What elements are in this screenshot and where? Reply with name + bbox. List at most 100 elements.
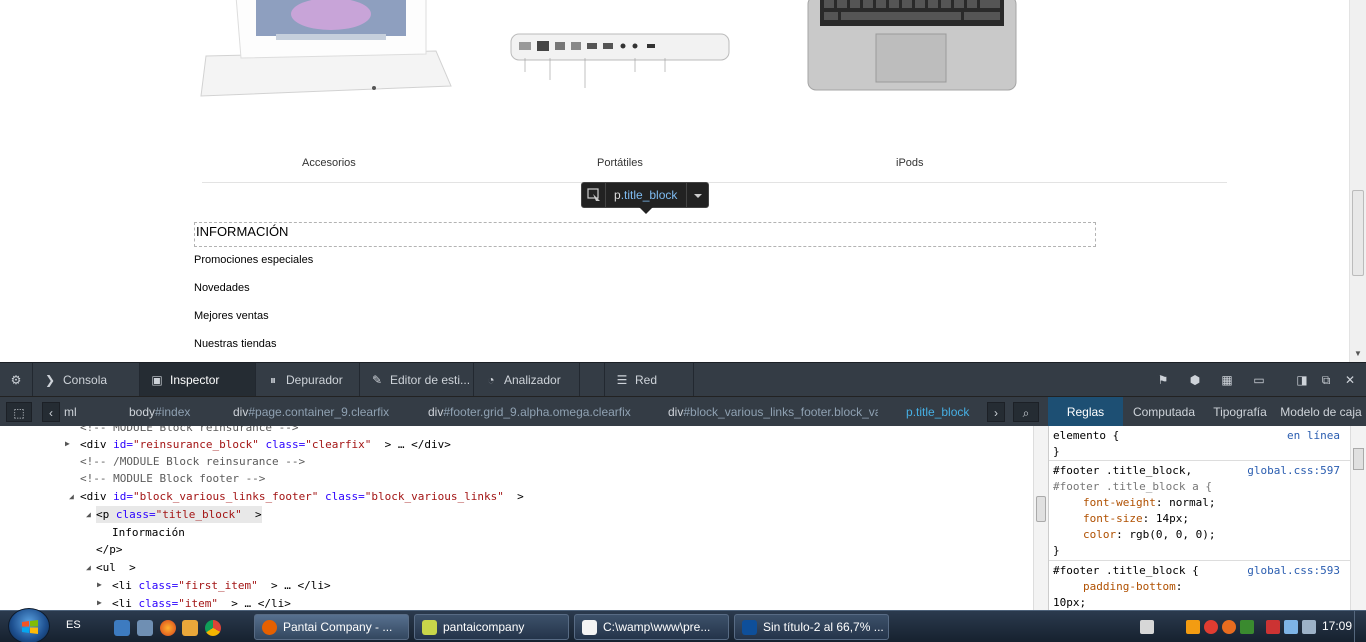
debugger-icon: ⏸ xyxy=(269,373,276,387)
collapse-arrow-icon[interactable]: ◢ xyxy=(86,563,91,572)
markup-scrollbar-thumb[interactable] xyxy=(1036,496,1046,522)
markup-line-li-item[interactable]: <li class="item" > … </li> xyxy=(112,595,291,610)
pen-tray-icon[interactable] xyxy=(1140,620,1154,634)
paint-flashing-icon[interactable]: ⚑ xyxy=(1155,372,1171,388)
macbook-pro-image[interactable] xyxy=(806,0,1018,92)
media-player-quicklaunch-icon[interactable] xyxy=(182,620,198,636)
markup-line-reinsurance[interactable]: <div id="reinsurance_block" class="clear… xyxy=(80,436,451,453)
scratchpad-icon[interactable]: ▦ xyxy=(1219,372,1235,388)
warning-tray-icon[interactable] xyxy=(1222,620,1236,634)
breadcrumb-scroll-left-icon[interactable]: ‹ xyxy=(42,402,60,422)
markup-line-ul[interactable]: <ul > xyxy=(96,559,136,576)
separate-window-icon[interactable]: ⧉ xyxy=(1318,372,1334,388)
tab-consola[interactable]: ❯ Consola xyxy=(32,363,140,397)
markup-line[interactable]: <!-- /MODULE Block reinsurance --> xyxy=(80,453,305,470)
breadcrumb-item-body[interactable]: body#index xyxy=(129,402,207,422)
security-tray-icon[interactable] xyxy=(1266,620,1280,634)
system-clock[interactable]: 17:09 xyxy=(1322,619,1352,633)
breadcrumb-item-title-block[interactable]: p.title_block xyxy=(906,402,982,422)
tab-editor-estilos[interactable]: ✎ Editor de esti... xyxy=(360,363,474,397)
tab-modelo-de-caja[interactable]: Modelo de caja xyxy=(1276,397,1366,427)
updates-tray-icon[interactable] xyxy=(1240,620,1254,634)
scroll-down-arrow-icon[interactable]: ▼ xyxy=(1354,349,1362,358)
markup-text-node[interactable]: Información xyxy=(112,524,185,541)
markup-line-selected-p[interactable]: <p class="title_block" > xyxy=(96,506,262,523)
node-picker-button[interactable]: ⬚ xyxy=(6,402,32,422)
responsive-mode-icon[interactable]: ▭ xyxy=(1251,372,1267,388)
node-picker-icon[interactable] xyxy=(582,183,606,207)
tab-depurador[interactable]: ⏸ Depurador xyxy=(256,363,360,397)
footer-link-promociones[interactable]: Promociones especiales xyxy=(194,254,313,266)
rule1-source-link[interactable]: global.css:597 xyxy=(1247,463,1340,479)
breadcrumb-item-html[interactable]: ml xyxy=(64,402,109,422)
markup-line[interactable]: </p> xyxy=(96,541,123,558)
tab-tipografia[interactable]: Tipografía xyxy=(1205,397,1275,427)
breadcrumb-scroll-right-icon[interactable]: › xyxy=(987,402,1005,422)
show-desktop-quicklaunch-icon[interactable] xyxy=(114,620,130,636)
expand-arrow-icon[interactable]: ▶ xyxy=(97,598,102,607)
rule-element-selector[interactable]: elemento { xyxy=(1053,428,1119,444)
tab-red[interactable]: ☰ Red xyxy=(604,363,694,397)
chrome-quicklaunch-icon[interactable] xyxy=(205,620,221,636)
category-link-portatiles[interactable]: Portátiles xyxy=(597,157,643,169)
expand-arrow-icon[interactable]: ▶ xyxy=(65,439,70,448)
rule2-selector[interactable]: #footer .title_block { xyxy=(1053,563,1199,579)
network-tray-icon[interactable] xyxy=(1284,620,1298,634)
dock-side-icon[interactable]: ◨ xyxy=(1294,372,1310,388)
markup-scrollbar[interactable] xyxy=(1033,426,1048,610)
taskbar-item-photoshop[interactable]: Sin título-2 al 66,7% ... xyxy=(734,614,889,640)
close-devtools-icon[interactable]: ✕ xyxy=(1342,372,1358,388)
search-icon[interactable]: ⌕ xyxy=(1013,402,1039,422)
breadcrumb-item-footer[interactable]: div#footer.grid_9.alpha.omega.clearfix xyxy=(428,402,646,422)
rule1-selector-b[interactable]: #footer .title_block a { xyxy=(1053,479,1212,495)
expand-arrow-icon[interactable]: ▶ xyxy=(97,580,102,589)
rule2-source-link[interactable]: global.css:593 xyxy=(1247,563,1340,579)
rule-element-source[interactable]: en línea xyxy=(1287,428,1340,444)
language-indicator[interactable]: ES xyxy=(66,619,81,631)
infobar-menu-icon[interactable] xyxy=(686,183,708,207)
rule2-prop-value-wrap[interactable]: 10px; xyxy=(1053,595,1086,610)
laptop-ports-image[interactable] xyxy=(505,0,735,95)
rules-view: elemento { en línea } #footer .title_blo… xyxy=(1048,426,1366,610)
collapse-arrow-icon[interactable]: ◢ xyxy=(69,492,74,501)
taskbar-item-notepad[interactable]: C:\wamp\www\pre... xyxy=(574,614,729,640)
markup-line-li-first[interactable]: <li class="first_item" > … </li> xyxy=(112,577,331,594)
breadcrumb-item-block-links[interactable]: div#block_various_links_footer.block_va xyxy=(668,402,878,422)
taskbar-item-firefox[interactable]: Pantai Company - ... xyxy=(254,614,409,640)
rule2-prop-padding-bottom[interactable]: padding-bottom: xyxy=(1083,579,1182,595)
explorer-quicklaunch-icon[interactable] xyxy=(137,620,153,636)
breadcrumb-item-page[interactable]: div#page.container_9.clearfix xyxy=(233,402,405,422)
footer-link-nuestras-tiendas[interactable]: Nuestras tiendas xyxy=(194,338,277,350)
3d-view-icon[interactable]: ⬢ xyxy=(1187,372,1203,388)
firefox-quicklaunch-icon[interactable] xyxy=(160,620,176,636)
rule1-prop-font-size[interactable]: font-size: 14px; xyxy=(1083,511,1189,527)
footer-link-mejores-ventas[interactable]: Mejores ventas xyxy=(194,310,269,322)
footer-link-novedades[interactable]: Novedades xyxy=(194,282,250,294)
category-link-ipods[interactable]: iPods xyxy=(896,157,924,169)
error-tray-icon[interactable] xyxy=(1204,620,1218,634)
markup-line[interactable]: <!-- MODULE Block reinsurance --> xyxy=(80,426,299,436)
page-scrollbar-thumb[interactable] xyxy=(1352,190,1364,276)
tab-computada[interactable]: Computada xyxy=(1124,397,1204,427)
page-scrollbar[interactable]: ▼ xyxy=(1349,0,1366,362)
volume-tray-icon[interactable] xyxy=(1302,620,1316,634)
tab-reglas[interactable]: Reglas xyxy=(1048,397,1123,427)
tab-inspector[interactable]: ▣ Inspector xyxy=(140,363,256,397)
settings-gear-icon[interactable]: ⚙ xyxy=(8,372,24,388)
rules-scrollbar-thumb[interactable] xyxy=(1353,448,1364,470)
tab-analizador[interactable]: ◔ Analizador xyxy=(474,363,580,397)
rules-scrollbar[interactable] xyxy=(1350,426,1366,610)
photoshop-icon xyxy=(742,620,757,635)
rule1-selector[interactable]: #footer .title_block, xyxy=(1053,463,1192,479)
macbook-white-image[interactable] xyxy=(196,0,458,106)
start-button[interactable] xyxy=(8,608,50,642)
wamp-tray-icon[interactable] xyxy=(1186,620,1200,634)
show-desktop-button[interactable] xyxy=(1354,611,1366,642)
category-link-accesorios[interactable]: Accesorios xyxy=(302,157,356,169)
taskbar-item-folder[interactable]: pantaicompany xyxy=(414,614,569,640)
rule1-prop-font-weight[interactable]: font-weight: normal; xyxy=(1083,495,1215,511)
rule1-prop-color[interactable]: color: rgb(0, 0, 0); xyxy=(1083,527,1215,543)
markup-line-block-links[interactable]: <div id="block_various_links_footer" cla… xyxy=(80,488,524,505)
collapse-arrow-icon[interactable]: ◢ xyxy=(86,510,91,519)
markup-line[interactable]: <!-- MODULE Block footer --> xyxy=(80,470,265,487)
